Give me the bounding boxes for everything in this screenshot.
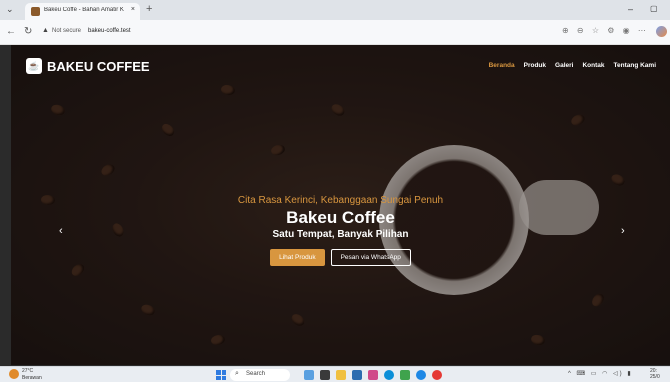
view-products-button[interactable]: Lihat Produk [270, 249, 325, 266]
reload-icon[interactable]: ↻ [24, 26, 32, 37]
nav-item-beranda[interactable]: Beranda [489, 62, 515, 69]
weather-icon [9, 369, 19, 379]
system-clock[interactable]: 20: 25/0 [650, 368, 660, 380]
windows-start-icon[interactable] [216, 370, 226, 380]
taskbar-search[interactable]: ⌕ Search [230, 369, 290, 381]
whatsapp-order-button[interactable]: Pesan via WhatsApp [330, 249, 411, 266]
browser-tab-bar: ⌄ Bakeu Coffe - Bahan Amatir Kulin × + –… [0, 0, 670, 20]
brand-name: BAKEU COFFEE [47, 58, 150, 74]
main-nav: Beranda Produk Galeri Kontak Tentang Kam… [489, 62, 656, 69]
hero-content: Cita Rasa Kerinci, Kebanggaan Sungai Pen… [11, 195, 670, 266]
hero-tagline: Cita Rasa Kerinci, Kebanggaan Sungai Pen… [237, 195, 444, 206]
chrome-browser-icon[interactable] [432, 370, 442, 380]
address-bar-row: ← ↻ ▲ Not secure bakeu-coffe.test ⊕ ⊖ ☆ … [0, 20, 670, 45]
favicon-icon [31, 7, 40, 16]
clock-date: 25/0 [650, 374, 660, 380]
brand-logo[interactable]: ☕ BAKEU COFFEE [26, 57, 150, 75]
hero-title: Bakeu Coffee [286, 208, 395, 227]
url-input[interactable]: ▲ Not secure bakeu-coffe.test [40, 25, 560, 40]
toolbar-icons[interactable]: ⊕ ⊖ ☆ ⚙ ◉ ⋯ [562, 26, 649, 35]
tab-title: Bakeu Coffe - Bahan Amatir Kulin [44, 7, 124, 13]
url-text: bakeu-coffe.test [88, 28, 131, 34]
os-taskbar: 27°C Berawan ⌕ Search ^ ⌨ ▭ ◠ ◁) ▮ 20: 2… [0, 366, 670, 382]
nav-item-produk[interactable]: Produk [524, 62, 546, 69]
app-icon-green[interactable] [400, 370, 410, 380]
app-icon-blue[interactable] [416, 370, 426, 380]
system-tray-icons[interactable]: ^ ⌨ ▭ ◠ ◁) ▮ [568, 370, 633, 377]
browser-tab[interactable]: Bakeu Coffe - Bahan Amatir Kulin × [25, 3, 140, 20]
profile-avatar[interactable] [656, 26, 667, 37]
back-arrow-icon[interactable]: ← [6, 26, 16, 37]
tab-list-chevron-icon[interactable]: ⌄ [6, 4, 14, 15]
task-view-icon[interactable] [320, 370, 330, 380]
store-app-icon[interactable] [352, 370, 362, 380]
new-tab-button[interactable]: + [146, 3, 152, 15]
minimize-button[interactable]: – [628, 4, 633, 14]
nav-item-kontak[interactable]: Kontak [582, 62, 604, 69]
search-icon: ⌕ [235, 370, 239, 377]
widgets-app-icon[interactable] [304, 370, 314, 380]
nav-item-tentang-kami[interactable]: Tentang Kami [614, 62, 657, 69]
file-explorer-icon[interactable] [336, 370, 346, 380]
hero-section: ☕ BAKEU COFFEE Beranda Produk Galeri Kon… [11, 45, 670, 365]
maximize-button[interactable]: ▢ [650, 4, 658, 13]
warning-icon: ▲ [42, 27, 49, 34]
tab-close-icon[interactable]: × [131, 6, 135, 13]
weather-temp: 27°C [22, 368, 34, 374]
app-icon[interactable] [368, 370, 378, 380]
edge-browser-icon[interactable] [384, 370, 394, 380]
coffee-logo-icon: ☕ [26, 58, 42, 74]
hero-subtitle: Satu Tempat, Banyak Pilihan [272, 229, 409, 240]
search-label: Search [246, 371, 266, 377]
not-secure-label: Not secure [52, 28, 82, 34]
weather-desc: Berawan [22, 375, 42, 381]
nav-item-galeri[interactable]: Galeri [555, 62, 573, 69]
